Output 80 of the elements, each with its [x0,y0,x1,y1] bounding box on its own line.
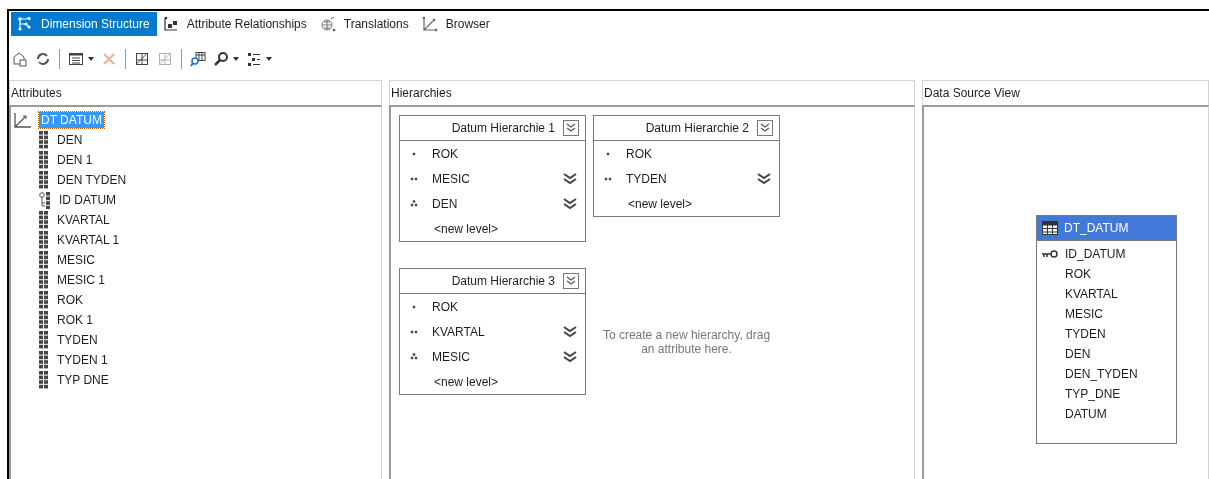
grid-icon [39,311,49,329]
refresh-icon [35,51,51,67]
table-header[interactable]: DT_DATUM [1037,216,1176,241]
tree-item[interactable]: ROK [55,292,85,308]
tree-item[interactable]: TYDEN [55,332,100,348]
level-name[interactable]: MESIC [432,171,563,186]
hierarchy-icon [17,16,33,32]
tab[interactable]: Browser [415,12,497,36]
tree-item[interactable]: DEN 1 [55,152,95,168]
list-icon [68,51,84,67]
grid-icon [39,371,49,389]
level-name[interactable]: TYDEN [626,171,757,186]
column-name: TYDEN [1065,327,1106,341]
axes-icon [13,111,33,129]
hierarchy-title: Datum Hierarchie 3 [451,274,555,288]
level-name[interactable]: MESIC [432,349,563,364]
column-name: DEN_TYDEN [1065,367,1138,381]
axes-icon [421,16,438,32]
pane-title: Attributes [10,86,62,100]
grid-icon [39,291,49,309]
pane-title: Data Source View [923,86,1020,100]
tree-item[interactable]: KVARTAL [55,212,112,228]
search-icon [213,51,229,67]
table-node[interactable]: DT_DATUM ID_DATUM ROK KVARTAL MESIC TYDEN DEN DEN_TYDEN TYP_DNE DATUM [1036,215,1177,444]
tab[interactable]: Attribute Relationships [156,12,314,36]
new-level-item[interactable]: <new level> [628,196,693,211]
pane-title: Hierarchies [390,86,452,100]
dots-icon [410,199,418,208]
new-level-item[interactable]: <new level> [434,221,499,236]
collapse-button[interactable] [757,120,773,136]
level-name[interactable]: ROK [626,146,771,161]
tree-item[interactable]: TYDEN 1 [55,352,110,368]
hierarchy-title: Datum Hierarchie 1 [451,121,555,135]
toolbar-button[interactable] [188,49,208,69]
grid-icon [39,351,49,369]
tab[interactable]: Dimension Structure [11,12,157,36]
column-name: MESIC [1065,307,1103,321]
globe-icon [319,16,336,32]
grid-icon [157,51,173,67]
column-name: ID_DATUM [1065,247,1126,261]
level-name[interactable]: ROK [432,146,577,161]
collapse-button[interactable] [563,120,579,136]
relationship-icon [162,16,179,32]
level-name[interactable]: KVARTAL [432,324,563,339]
grid-icon [39,171,49,189]
tab[interactable]: Translations [313,12,416,36]
grid-icon [39,231,49,249]
close-icon [101,51,117,67]
hierarchy-title: Datum Hierarchie 2 [645,121,749,135]
outline-icon [246,51,262,67]
level-name[interactable]: DEN [432,196,563,211]
column-name: KVARTAL [1065,287,1118,301]
tree-item[interactable]: ID DATUM [57,192,119,208]
column-name: TYP_DNE [1065,387,1121,401]
hint-text: To create a new hierarchy, drag an attribute here. [601,326,772,356]
tree-item[interactable]: DEN [55,132,85,148]
grid-icon [39,271,49,289]
level-name[interactable]: ROK [432,299,577,314]
tree-item[interactable]: MESIC 1 [55,272,107,288]
grid-icon [134,51,150,67]
collapse-button[interactable] [563,273,579,289]
tree-item[interactable]: ROK 1 [55,312,95,328]
tree-item[interactable]: KVARTAL 1 [55,232,122,248]
tree-item[interactable]: MESIC [55,252,97,268]
tree-item[interactable]: DEN TYDEN [55,172,129,188]
grid-icon [39,211,49,229]
column-name: DATUM [1065,407,1107,421]
new-level-item[interactable]: <new level> [434,374,499,389]
dots-icon [410,352,418,361]
key-icon [39,191,51,209]
grid-icon [39,251,49,269]
deploy-icon [12,51,28,67]
grid-icon [39,151,49,169]
column-name: DEN [1065,347,1091,361]
grid-icon [39,131,49,149]
table-icon [1042,221,1058,235]
column-name: ROK [1065,267,1091,281]
tree-item[interactable]: TYP DNE [55,372,111,388]
search-table-icon [190,51,206,67]
grid-icon [39,331,49,349]
